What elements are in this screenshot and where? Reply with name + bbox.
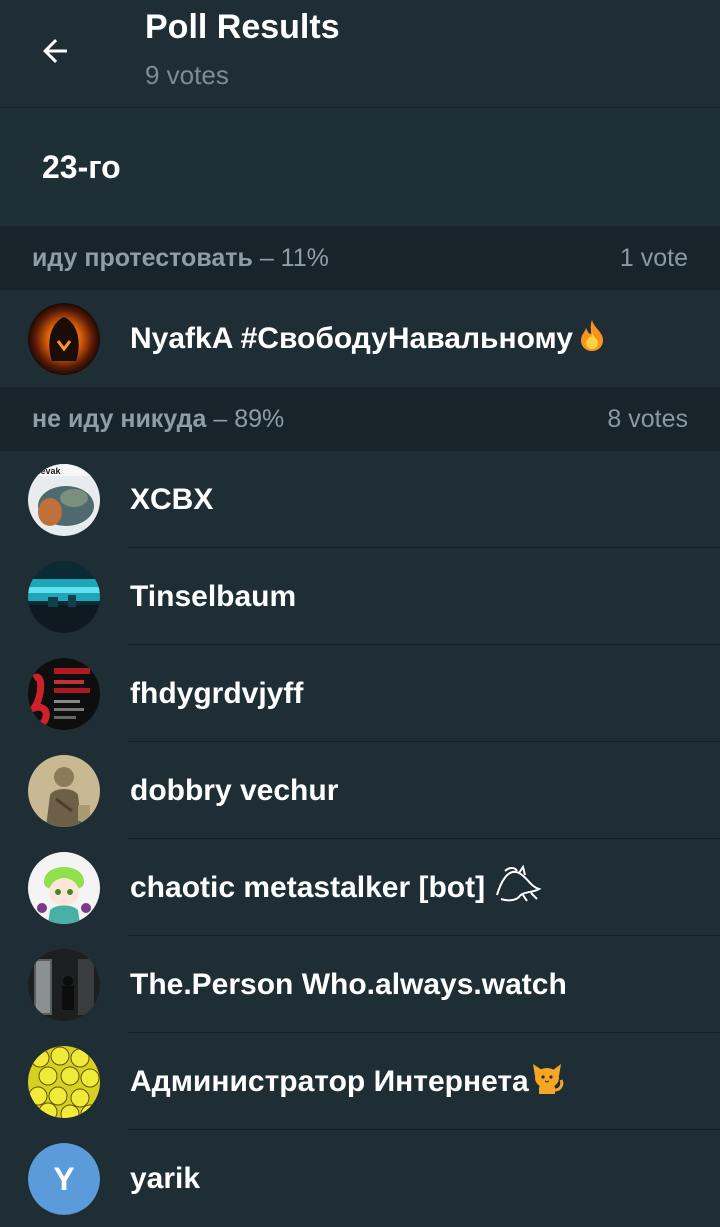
option-percent: – 11% [259, 243, 329, 272]
avatar [28, 303, 100, 375]
voter-name: NyafkA #СвободуНавальному [130, 321, 573, 355]
voter-row[interactable]: The.Person Who.always.watch [0, 936, 720, 1033]
back-button[interactable] [24, 28, 86, 74]
cat-icon [529, 1060, 565, 1104]
voter-name: The.Person Who.always.watch [130, 967, 567, 1001]
voter-name: dobbry vechur [130, 773, 339, 807]
option-label-wrapper: иду протестовать – 11% [32, 244, 329, 273]
option-label: иду протестовать [32, 243, 253, 272]
voter-row[interactable]: dobbry vechur [0, 742, 720, 839]
voter-name: chaotic metastalker [bot] [130, 870, 486, 904]
voter-row[interactable]: Y yarik [0, 1130, 720, 1227]
avatar [28, 949, 100, 1021]
option-label: не иду никуда [32, 404, 207, 433]
option-header: не иду никуда – 89% 8 votes [0, 387, 720, 451]
voter-name-wrapper: chaotic metastalker [bot] [130, 839, 545, 936]
avatar [28, 561, 100, 633]
avatar: levak [28, 464, 100, 536]
dragon-icon [493, 864, 545, 911]
voter-name: XCBX [130, 482, 214, 516]
voter-row[interactable]: levak XCBX [0, 451, 720, 548]
voter-row[interactable]: Администратор Интернета [0, 1033, 720, 1130]
page-title: Poll Results [145, 8, 340, 46]
voter-row[interactable]: fhdygrdvjyff [0, 645, 720, 742]
fire-icon [577, 318, 607, 360]
voter-name: yarik [130, 1161, 201, 1195]
voter-name-wrapper: Администратор Интернета [130, 1033, 565, 1130]
poll-question: 23-го [0, 108, 720, 226]
avatar-initial: Y [28, 1143, 100, 1215]
voter-name: Tinselbaum [130, 579, 297, 613]
voter-name: Администратор Интернета [130, 1064, 529, 1098]
avatar [28, 658, 100, 730]
vote-count: 9 votes [145, 60, 229, 90]
arrow-left-icon [43, 39, 67, 63]
option-votes: 1 vote [619, 243, 688, 272]
avatar [28, 852, 100, 924]
avatar: Y [28, 1143, 100, 1215]
header: Poll Results 9 votes [0, 0, 720, 108]
voter-name-wrapper: NyafkA #СвободуНавальному [130, 290, 607, 387]
option-label-wrapper: не иду никуда – 89% [32, 405, 284, 434]
option-header: иду протестовать – 11% 1 vote [0, 226, 720, 290]
voter-name: fhdygrdvjyff [130, 676, 304, 710]
voter-row[interactable]: NyafkA #СвободуНавальному [0, 290, 720, 387]
voter-row[interactable]: Tinselbaum [0, 548, 720, 645]
option-percent: – 89% [213, 404, 285, 433]
option-votes: 8 votes [607, 404, 688, 433]
avatar [28, 1046, 100, 1118]
voter-row[interactable]: chaotic metastalker [bot] [0, 839, 720, 936]
avatar [28, 755, 100, 827]
svg-text:levak: levak [38, 466, 62, 476]
